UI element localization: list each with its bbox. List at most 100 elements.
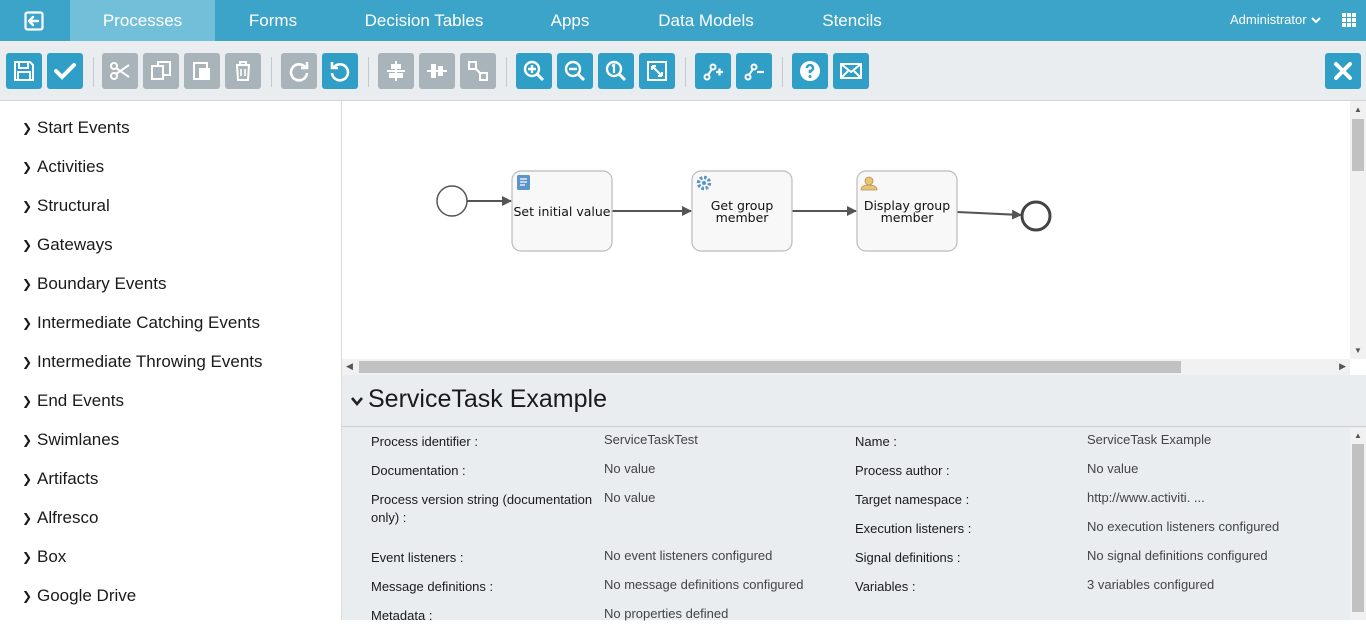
- chevron-right-icon: ❯: [22, 432, 33, 447]
- property-value[interactable]: No execution listeners configured: [1087, 518, 1279, 536]
- property-label[interactable]: Metadata :: [371, 607, 432, 625]
- canvas-horizontal-scrollbar[interactable]: ◀ ▶: [342, 359, 1350, 375]
- palette-group-alfresco[interactable]: ❯ Alfresco: [0, 498, 341, 537]
- scroll-down-arrow-icon[interactable]: ▼: [1354, 346, 1362, 355]
- property-label[interactable]: Documentation :: [371, 462, 466, 480]
- feedback-button[interactable]: [833, 53, 869, 89]
- scroll-left-arrow-icon[interactable]: ◀: [346, 361, 353, 372]
- property-value[interactable]: No message definitions configured: [604, 576, 803, 594]
- scroll-right-arrow-icon[interactable]: ▶: [1339, 361, 1346, 372]
- task-label: member: [881, 210, 935, 225]
- task-get-group-member[interactable]: Get group member: [691, 170, 793, 252]
- property-value[interactable]: ServiceTaskTest: [604, 431, 698, 449]
- property-value[interactable]: ServiceTask Example: [1087, 431, 1211, 449]
- cut-button[interactable]: [102, 53, 138, 89]
- zoom-actual-button[interactable]: [598, 53, 634, 89]
- delete-button[interactable]: [225, 53, 261, 89]
- same-size-button[interactable]: [460, 53, 496, 89]
- scrollbar-thumb[interactable]: [1352, 119, 1364, 171]
- zoom-fit-button[interactable]: [639, 53, 675, 89]
- user-menu[interactable]: Administrator: [1230, 12, 1321, 27]
- same-size-icon: [468, 61, 488, 81]
- undo-button[interactable]: [322, 53, 358, 89]
- align-horizontal-button[interactable]: [378, 53, 414, 89]
- redo-icon: [289, 62, 309, 82]
- help-button[interactable]: [792, 53, 828, 89]
- property-value[interactable]: No value: [604, 460, 655, 478]
- diagram-canvas[interactable]: Set initial value Get group member Displ…: [342, 101, 1350, 359]
- paste-button[interactable]: [184, 53, 220, 89]
- property-value[interactable]: No event listeners configured: [604, 547, 772, 565]
- properties-header[interactable]: ServiceTask Example: [342, 375, 1366, 427]
- property-label[interactable]: Process version string (documentation: [371, 491, 592, 509]
- palette-group-boundary-events[interactable]: ❯ Boundary Events: [0, 264, 341, 303]
- tab-data-models[interactable]: Data Models: [623, 0, 789, 41]
- tab-stencils[interactable]: Stencils: [789, 0, 915, 41]
- property-value[interactable]: http://www.activiti. ...: [1087, 489, 1205, 507]
- tab-forms[interactable]: Forms: [215, 0, 331, 41]
- process-title: ServiceTask Example: [368, 385, 607, 413]
- property-value[interactable]: 3 variables configured: [1087, 576, 1214, 594]
- palette-group-intermediate-throwing-events[interactable]: ❯ Intermediate Throwing Events: [0, 342, 341, 381]
- scroll-up-arrow-icon[interactable]: ▲: [1354, 431, 1362, 440]
- align-vertical-icon: [427, 64, 447, 78]
- bend-point-remove-icon: [744, 63, 764, 81]
- logout-icon[interactable]: [0, 0, 70, 41]
- palette-group-box[interactable]: ❯ Box: [0, 537, 341, 576]
- chevron-down-icon[interactable]: [351, 395, 363, 407]
- property-label[interactable]: only) :: [371, 509, 406, 527]
- apps-grid-icon[interactable]: [1342, 13, 1356, 27]
- scrollbar-thumb[interactable]: [1352, 444, 1364, 612]
- property-label[interactable]: Target namespace :: [855, 491, 969, 509]
- property-value[interactable]: No signal definitions configured: [1087, 547, 1268, 565]
- scroll-up-arrow-icon[interactable]: ▲: [1354, 105, 1362, 114]
- scrollbar-thumb[interactable]: [359, 361, 1181, 373]
- zoom-out-button[interactable]: [557, 53, 593, 89]
- tab-decision-tables[interactable]: Decision Tables: [331, 0, 517, 41]
- property-label[interactable]: Process author :: [855, 462, 950, 480]
- align-vertical-button[interactable]: [419, 53, 455, 89]
- close-editor-button[interactable]: [1325, 53, 1361, 89]
- property-label[interactable]: Signal definitions :: [855, 549, 961, 567]
- palette-group-intermediate-catching-events[interactable]: ❯ Intermediate Catching Events: [0, 303, 341, 342]
- redo-button[interactable]: [281, 53, 317, 89]
- end-event[interactable]: [1020, 200, 1052, 232]
- palette-group-end-events[interactable]: ❯ End Events: [0, 381, 341, 420]
- tab-apps[interactable]: Apps: [517, 0, 623, 41]
- palette-group-swimlanes[interactable]: ❯ Swimlanes: [0, 420, 341, 459]
- palette-group-artifacts[interactable]: ❯ Artifacts: [0, 459, 341, 498]
- property-label[interactable]: Event listeners :: [371, 549, 464, 567]
- property-value[interactable]: No value: [1087, 460, 1138, 478]
- properties-scrollbar[interactable]: ▲: [1350, 428, 1366, 620]
- property-label[interactable]: Execution listeners :: [855, 520, 971, 538]
- chevron-right-icon: ❯: [22, 471, 33, 486]
- property-label[interactable]: Message definitions :: [371, 578, 493, 596]
- sequence-flow[interactable]: [956, 209, 1022, 220]
- property-label[interactable]: Variables :: [855, 578, 915, 596]
- copy-button[interactable]: [143, 53, 179, 89]
- palette-group-activities[interactable]: ❯ Activities: [0, 147, 341, 186]
- palette-group-label: Intermediate Catching Events: [37, 312, 261, 332]
- task-display-group-member[interactable]: Display group member: [856, 170, 958, 252]
- chevron-right-icon: ❯: [22, 315, 33, 330]
- envelope-icon: [840, 63, 862, 79]
- zoom-actual-icon: [605, 60, 627, 82]
- property-value[interactable]: No value: [604, 489, 655, 507]
- task-set-initial-value[interactable]: Set initial value: [511, 170, 613, 252]
- property-label[interactable]: Name :: [855, 433, 897, 451]
- palette-group-label: End Events: [37, 390, 124, 410]
- palette-group-start-events[interactable]: ❯ Start Events: [0, 108, 341, 147]
- add-bendpoint-button[interactable]: [695, 53, 731, 89]
- start-event[interactable]: [436, 185, 468, 217]
- palette-group-google-drive[interactable]: ❯ Google Drive: [0, 576, 341, 615]
- tab-processes[interactable]: Processes: [70, 0, 215, 47]
- remove-bendpoint-button[interactable]: [736, 53, 772, 89]
- canvas-vertical-scrollbar[interactable]: ▲ ▼: [1350, 101, 1366, 359]
- property-value[interactable]: No properties defined: [604, 605, 728, 623]
- save-button[interactable]: [6, 53, 42, 89]
- palette-group-gateways[interactable]: ❯ Gateways: [0, 225, 341, 264]
- zoom-in-button[interactable]: [516, 53, 552, 89]
- palette-group-structural[interactable]: ❯ Structural: [0, 186, 341, 225]
- validate-button[interactable]: [47, 53, 83, 89]
- property-label[interactable]: Process identifier :: [371, 433, 478, 451]
